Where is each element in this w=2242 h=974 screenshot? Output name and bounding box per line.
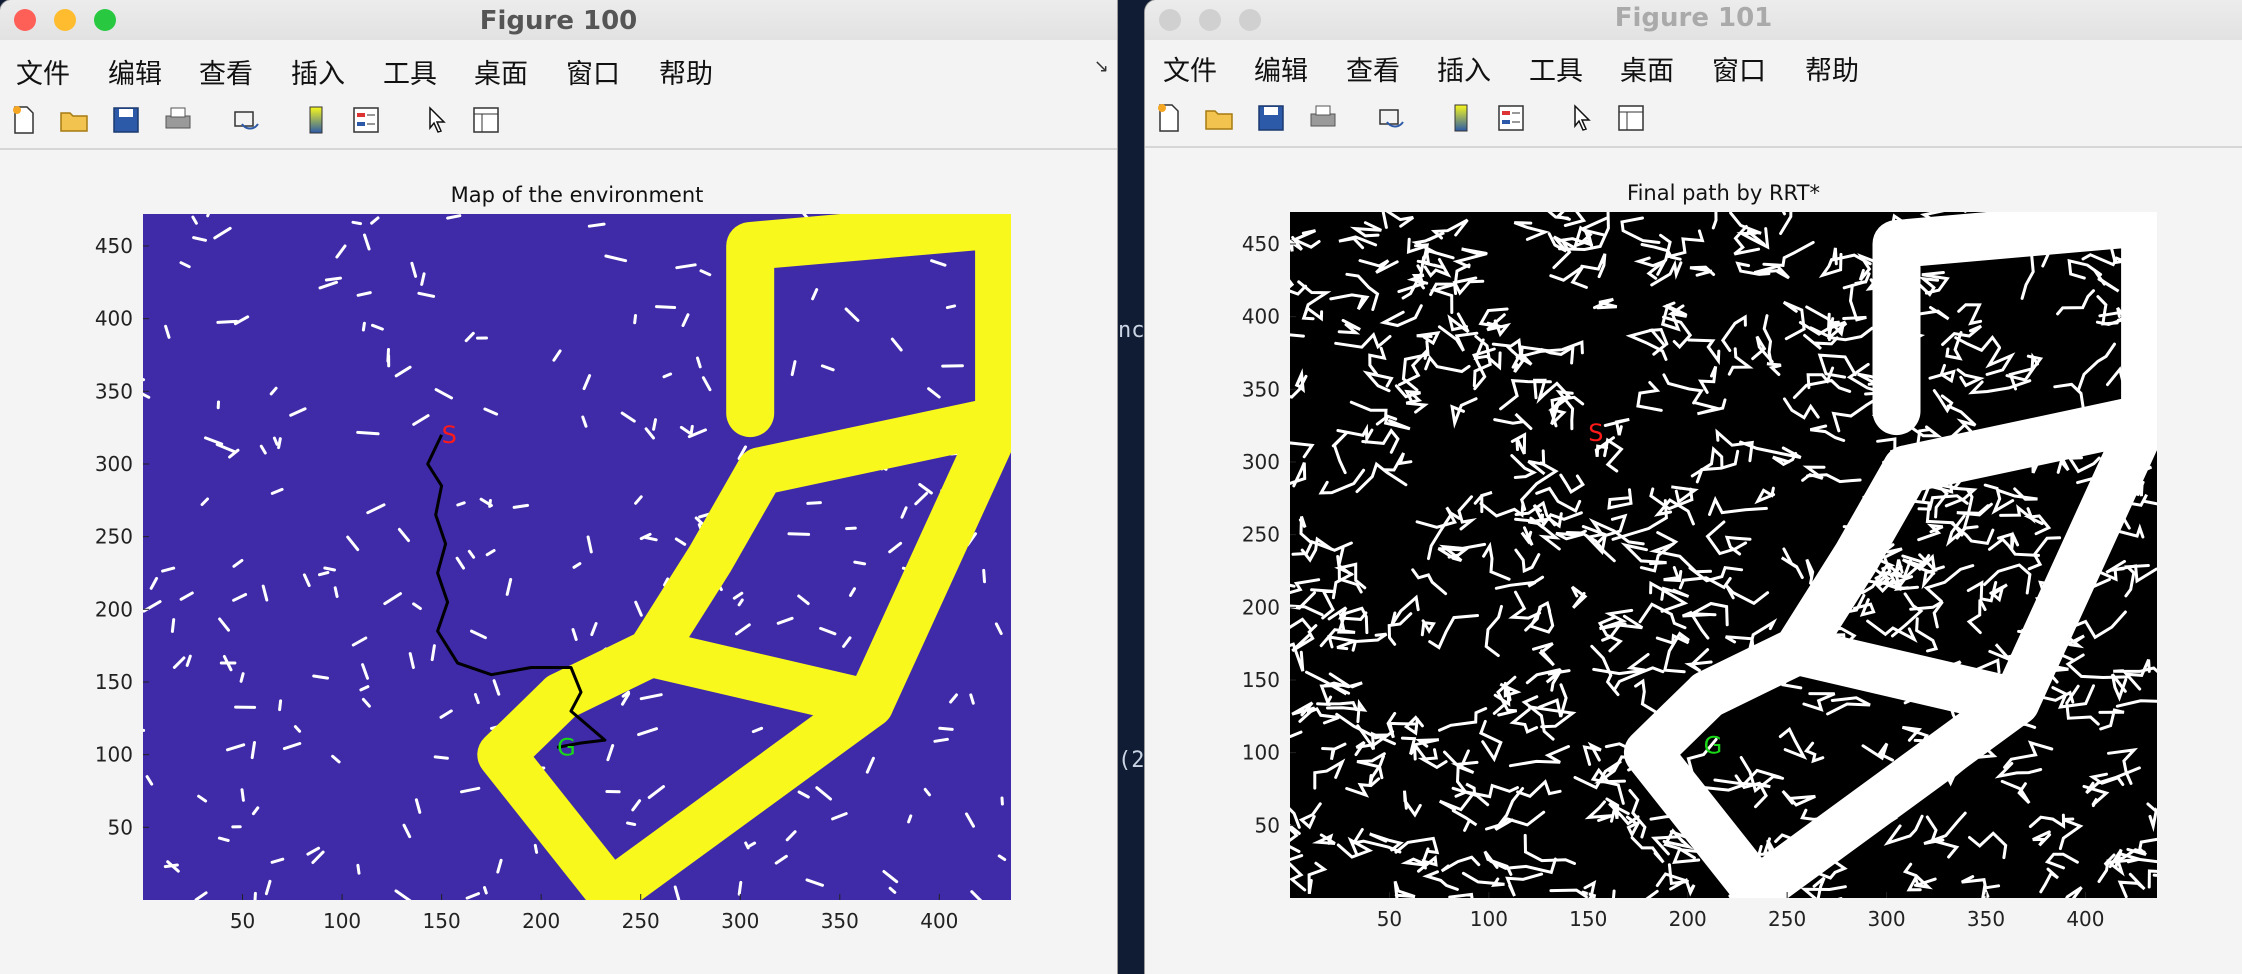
x-tick-label: 300 [721, 909, 759, 933]
menu-help[interactable]: 帮助 [659, 52, 713, 91]
x-tick-label: 250 [1768, 907, 1806, 931]
y-tick-label: 150 [95, 670, 133, 694]
y-tick-label: 100 [1242, 741, 1280, 765]
y-tick-label: 300 [1242, 450, 1280, 474]
figure-canvas[interactable]: Map of the environment S G 50 100 150 200 250 30… [0, 150, 1117, 974]
y-tick-label: 50 [108, 815, 133, 839]
colorbar-icon[interactable] [300, 104, 332, 136]
menu-window[interactable]: 窗口 [566, 52, 620, 91]
open-folder-icon[interactable] [1203, 102, 1235, 134]
map-background [143, 214, 1011, 900]
y-tick-label: 100 [95, 743, 133, 767]
window-title: Figure 101 [1614, 3, 1773, 33]
x-tick-label: 200 [522, 909, 560, 933]
start-marker: S [1588, 419, 1603, 447]
x-tick-label: 150 [1569, 907, 1607, 931]
x-tick-label: 400 [2066, 907, 2104, 931]
menu-desktop[interactable]: 桌面 [1620, 49, 1674, 88]
print-icon[interactable] [1307, 102, 1339, 134]
plot-title: Final path by RRT* [1627, 181, 1820, 205]
open-folder-icon[interactable] [58, 104, 90, 136]
x-tick-label: 100 [323, 909, 361, 933]
title-bar[interactable]: Figure 100 [0, 0, 1117, 40]
figure-canvas[interactable]: Final path by RRT* S G 50 100 150 200 250 300 350… [1145, 148, 2242, 974]
x-tick-label: 50 [1377, 907, 1402, 931]
property-panel-icon[interactable] [470, 104, 502, 136]
x-tick-label: 100 [1470, 907, 1508, 931]
x-tick-label: 200 [1669, 907, 1707, 931]
title-bar[interactable]: Figure 101 [1145, 0, 2242, 40]
plot-axes[interactable]: Final path by RRT* S G 50 100 150 200 250 300 350… [1145, 148, 2242, 974]
plot-axes[interactable]: Map of the environment S G 50 100 150 200 250 30… [0, 150, 1117, 974]
save-icon[interactable] [1255, 102, 1287, 134]
y-tick-label: 400 [1242, 305, 1280, 329]
menu-bar: 文件 编辑 查看 插入 工具 桌面 窗口 帮助 ↘ [0, 48, 1117, 90]
goal-marker: G [1704, 731, 1723, 759]
dock-arrow-icon[interactable]: ↘ [1094, 56, 1109, 77]
y-tick-label: 450 [1242, 232, 1280, 256]
menu-view[interactable]: 查看 [1346, 49, 1400, 88]
menu-view[interactable]: 查看 [199, 52, 253, 91]
legend-icon[interactable] [1495, 102, 1527, 134]
menu-help[interactable]: 帮助 [1805, 49, 1859, 88]
menu-edit[interactable]: 编辑 [1254, 49, 1308, 88]
cursor-icon[interactable] [1565, 102, 1597, 134]
y-tick-label: 200 [1242, 595, 1280, 619]
plot-title: Map of the environment [451, 183, 704, 207]
x-tick-label: 50 [230, 909, 255, 933]
y-tick-label: 250 [95, 525, 133, 549]
backdrop-text-b: (2 [1118, 748, 1145, 773]
menu-bar: 文件 编辑 查看 插入 工具 桌面 窗口 帮助 [1145, 45, 2242, 87]
toolbar [1145, 94, 2242, 148]
y-tick-label: 150 [1242, 668, 1280, 692]
menu-desktop[interactable]: 桌面 [474, 52, 528, 91]
menu-tools[interactable]: 工具 [1529, 49, 1583, 88]
y-tick-label: 300 [95, 452, 133, 476]
figure-window-101[interactable]: Figure 101 文件 编辑 查看 插入 工具 桌面 窗口 帮助 Final… [1145, 0, 2242, 974]
menu-tools[interactable]: 工具 [383, 52, 437, 91]
window-title: Figure 100 [479, 6, 638, 36]
menu-window[interactable]: 窗口 [1712, 49, 1766, 88]
backdrop-text-a: nc [1118, 318, 1145, 343]
y-tick-label: 250 [1242, 523, 1280, 547]
start-marker: S [442, 421, 457, 449]
toolbar [0, 96, 1117, 150]
menu-edit[interactable]: 编辑 [108, 52, 162, 91]
link-icon[interactable] [230, 104, 262, 136]
x-tick-label: 300 [1867, 907, 1905, 931]
goal-marker: G [557, 733, 576, 761]
x-tick-label: 150 [423, 909, 461, 933]
menu-file[interactable]: 文件 [1163, 49, 1217, 88]
x-tick-label: 400 [920, 909, 958, 933]
x-tick-label: 250 [622, 909, 660, 933]
cursor-icon[interactable] [420, 104, 452, 136]
legend-icon[interactable] [350, 104, 382, 136]
y-tick-label: 350 [1242, 377, 1280, 401]
print-icon[interactable] [162, 104, 194, 136]
x-tick-label: 350 [821, 909, 859, 933]
save-icon[interactable] [110, 104, 142, 136]
colorbar-icon[interactable] [1445, 102, 1477, 134]
figure-window-100[interactable]: Figure 100 文件 编辑 查看 插入 工具 桌面 窗口 帮助 ↘ Map… [0, 0, 1117, 974]
new-file-icon[interactable] [8, 104, 40, 136]
y-tick-label: 350 [95, 379, 133, 403]
y-tick-label: 50 [1255, 813, 1280, 837]
y-tick-label: 200 [95, 597, 133, 621]
property-panel-icon[interactable] [1615, 102, 1647, 134]
menu-insert[interactable]: 插入 [291, 52, 345, 91]
y-tick-label: 450 [95, 234, 133, 258]
new-file-icon[interactable] [1153, 102, 1185, 134]
y-tick-label: 400 [95, 307, 133, 331]
menu-file[interactable]: 文件 [16, 52, 70, 91]
menu-insert[interactable]: 插入 [1437, 49, 1491, 88]
link-icon[interactable] [1375, 102, 1407, 134]
x-tick-label: 350 [1967, 907, 2005, 931]
